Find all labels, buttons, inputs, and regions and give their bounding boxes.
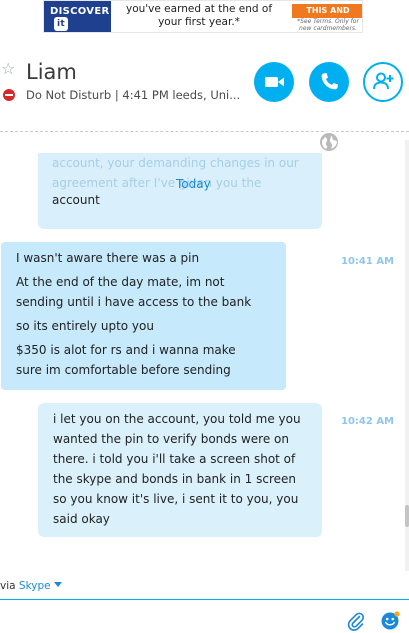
outgoing-timestamp: 10:42 AM xyxy=(341,416,395,427)
send-via-selector[interactable]: via Skype xyxy=(0,580,62,592)
incoming-message-bubble[interactable]: I wasn't aware there was a pin At the en… xyxy=(1,242,286,390)
emoticon-icon[interactable] xyxy=(380,611,400,631)
message-line: At the end of the day mate, im not xyxy=(16,275,225,289)
add-people-button[interactable] xyxy=(363,62,403,102)
ad-banner[interactable]: DISCOVERit you've earned at the end of y… xyxy=(43,0,363,33)
star-icon[interactable]: ☆ xyxy=(1,62,17,78)
incoming-timestamp: 10:41 AM xyxy=(341,256,395,267)
status-detail: 4:41 PM leeds, Uni... xyxy=(122,88,241,102)
video-camera-icon xyxy=(265,77,284,87)
audio-call-button[interactable] xyxy=(309,62,349,102)
header-divider xyxy=(0,131,409,132)
status-text: Do Not Disturb xyxy=(26,88,112,102)
ad-brand-logo: DISCOVERit xyxy=(44,1,111,32)
via-prefix: via xyxy=(0,580,16,592)
ad-brand-text: DISCOVER xyxy=(50,6,110,17)
ad-cta-button[interactable]: THIS AND MORE › xyxy=(292,4,362,29)
message-line: sure im comfortable before sending xyxy=(16,363,231,377)
ad-message: you've earned at the end of your first y… xyxy=(125,3,273,28)
add-contact-icon xyxy=(373,72,394,90)
outgoing-message-bubble[interactable]: i let you on the account, you told me yo… xyxy=(38,403,322,537)
phone-icon xyxy=(321,73,338,90)
chevron-down-icon[interactable] xyxy=(53,582,62,587)
scrollbar-thumb[interactable] xyxy=(405,505,409,527)
previous-message-last-line: account xyxy=(52,193,100,207)
outgoing-message-text: i let you on the account, you told me yo… xyxy=(53,412,301,526)
conversation-pane[interactable]: account, your demanding changes in our a… xyxy=(0,153,409,571)
status-line: Do Not Disturb | 4:41 PM leeds, Uni... xyxy=(26,88,240,102)
message-line: I wasn't aware there was a pin xyxy=(16,251,200,265)
message-line: sending until i have access to the bank xyxy=(16,295,252,309)
ad-brand-suffix: it xyxy=(54,17,68,31)
date-divider: Today xyxy=(176,177,211,191)
previous-message-bubble: account, your demanding changes in our a… xyxy=(38,153,322,229)
message-line: so its entirely upto you xyxy=(16,319,154,333)
via-service[interactable]: Skype xyxy=(19,580,51,592)
message-input-border xyxy=(0,599,409,600)
paperclip-icon[interactable] xyxy=(346,611,366,631)
video-call-button[interactable] xyxy=(254,62,294,102)
contact-name: Liam xyxy=(26,60,77,84)
do-not-disturb-icon xyxy=(3,89,15,101)
ad-terms: *See Terms. Only for new cardmembers. xyxy=(297,18,359,32)
message-line: $350 is alot for rs and i wanna make xyxy=(16,343,236,357)
globe-icon xyxy=(318,131,340,153)
